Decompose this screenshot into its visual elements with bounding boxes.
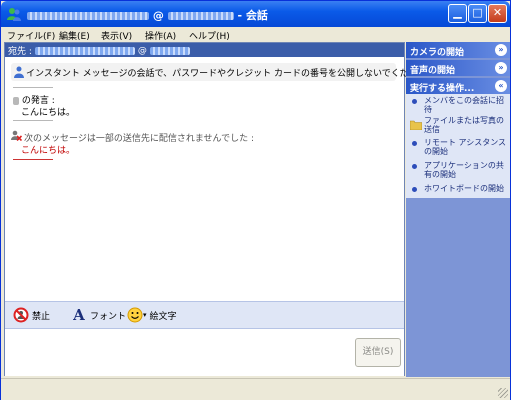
actions-list: メンバをこの会話に招待 ファイルまたは写真の送信 リモート アシスタンスの開始 … [406,94,510,198]
action-whiteboard[interactable]: ホワイトボードの開始 [410,184,508,196]
title-bar[interactable]: @ - 会話 ▁ □ ✕ [1,1,510,27]
start-camera-label: カメラの開始 [410,48,465,58]
chat-pane: 宛先 : @ インスタント メッセージの会話で、パスワードやクレジット カードの… [4,42,436,376]
action-remote-assistance-label: リモート アシスタンスの開始 [424,138,507,156]
font-icon: A [73,306,85,324]
privacy-warning-text: インスタント メッセージの会話で、パスワードやクレジット カードの番号を公開しな… [26,69,436,79]
messenger-app-icon [7,8,21,21]
smiley-icon [127,307,143,323]
actions-label: 実行する操作... [410,84,475,94]
emoticon-label: 絵文字 [149,311,177,322]
menu-edit[interactable]: 編集(E) [59,29,90,42]
recipient-bar: 宛先 : @ [5,43,404,57]
close-button[interactable]: ✕ [488,4,507,23]
menu-actions[interactable]: 操作(A) [145,29,176,42]
format-toolbar: 禁止 A フォント ▾ 絵文字 [5,301,404,328]
resize-grip[interactable] [498,388,508,398]
undelivered-message-text: こんにちは。 [21,146,76,156]
action-share-application-label: アプリケーションの共有の開始 [424,161,504,179]
redacted-sender-name [13,96,19,105]
bullet-icon [412,99,417,104]
redacted-contact-name [27,12,149,20]
action-whiteboard-label: ホワイトボードの開始 [424,184,504,193]
menu-view[interactable]: 表示(V) [101,29,132,42]
chevron-expand-icon[interactable]: » [495,44,507,56]
bullet-icon [412,141,417,146]
message-input[interactable]: 送信(S) [5,328,404,376]
action-invite-member[interactable]: メンバをこの会話に招待 [410,96,508,114]
redacted-recipient-domain [149,46,190,55]
action-send-file[interactable]: ファイルまたは写真の送信 [410,116,508,136]
chevron-expand-icon[interactable]: » [495,62,507,74]
action-invite-label: メンバをこの会話に招待 [424,96,504,114]
minimize-button[interactable]: ▁ [448,4,467,23]
privacy-warning: インスタント メッセージの会話で、パスワードやクレジット カードの番号を公開しな… [11,63,436,81]
divider [13,120,53,121]
font-button[interactable]: A フォント [71,307,126,323]
window-title-suffix: - 会話 [237,9,268,22]
sent-message-text: こんにちは。 [21,108,76,118]
send-button[interactable]: 送信(S) [355,338,401,367]
start-voice-header[interactable]: 音声の開始 » [406,60,510,76]
window-title: @ - 会話 [27,7,268,23]
chevron-collapse-icon[interactable]: « [495,80,507,92]
person-icon [14,66,24,78]
folder-icon [410,120,422,130]
recipient-label: 宛先 : [8,47,32,57]
chevron-down-icon: ▾ [143,311,147,319]
redacted-recipient-name [35,46,135,55]
action-share-application[interactable]: アプリケーションの共有の開始 [410,161,508,181]
block-icon [13,307,29,323]
redacted-contact-domain [167,12,234,20]
font-label: フォント [90,311,127,322]
recipient-address: @ [35,46,190,56]
menu-file[interactable]: ファイル(F) [7,29,55,42]
action-remote-assistance[interactable]: リモート アシスタンスの開始 [410,138,508,158]
start-voice-label: 音声の開始 [410,66,456,76]
block-button[interactable]: 禁止 [13,307,50,323]
divider [13,159,53,160]
status-bar [1,378,510,400]
delivery-error-icon [11,130,22,141]
divider [13,87,53,88]
emoticon-button[interactable]: ▾ 絵文字 [127,307,177,323]
message-history[interactable]: インスタント メッセージの会話で、パスワードやクレジット カードの番号を公開しな… [5,57,436,301]
action-send-file-label: ファイルまたは写真の送信 [424,116,504,134]
action-sidebar: カメラの開始 » 音声の開始 » 実行する操作... « メンバをこの会話に招待… [406,42,510,377]
menu-help[interactable]: ヘルプ(H) [189,29,230,42]
actions-header[interactable]: 実行する操作... « [406,78,510,94]
block-label: 禁止 [32,311,51,322]
bullet-icon [412,187,417,192]
menu-bar: ファイル(F) 編集(E) 表示(V) 操作(A) ヘルプ(H) [1,27,510,43]
start-camera-header[interactable]: カメラの開始 » [406,42,510,58]
bullet-icon [412,164,417,169]
maximize-button[interactable]: □ [468,4,487,23]
conversation-window: @ - 会話 ▁ □ ✕ ファイル(F) 編集(E) 表示(V) 操作(A) ヘ… [0,0,511,400]
